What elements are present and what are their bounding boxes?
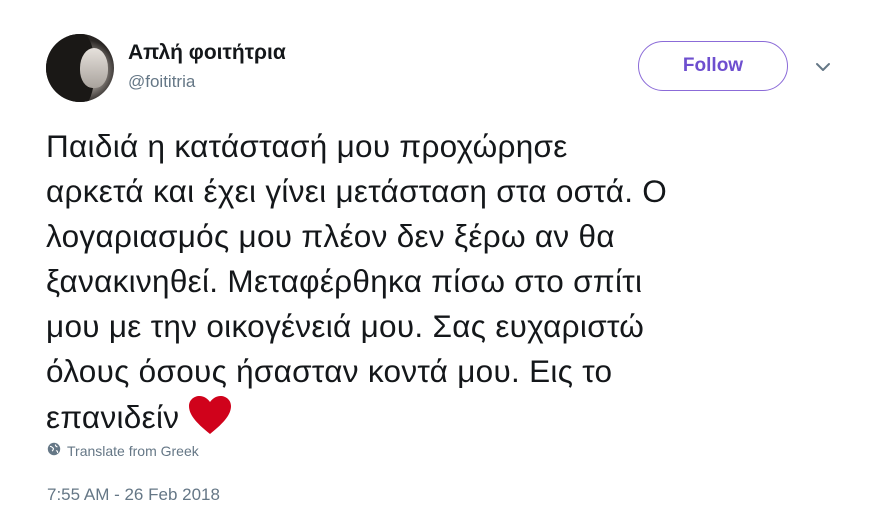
timestamp[interactable]: 7:55 AM - 26 Feb 2018 [47, 485, 220, 505]
user-info: Απλή φοιτήτρια @foititria [128, 40, 286, 93]
avatar-face [80, 48, 108, 88]
tweet-text-last-line: επανιδείν [46, 394, 846, 448]
tweet-card: Απλή φοιτήτρια @foititria Follow Παιδιά … [0, 0, 880, 521]
tweet-text-line: μου με την οικογένειά μου. Σας ευχαριστώ [46, 308, 645, 344]
display-name[interactable]: Απλή φοιτήτρια [128, 40, 286, 66]
translate-label: Translate from Greek [67, 442, 199, 459]
avatar[interactable] [46, 34, 114, 102]
chevron-down-icon[interactable] [812, 56, 834, 78]
follow-button[interactable]: Follow [638, 41, 788, 91]
tweet-text-line: ξανακινηθεί. Μεταφέρθηκα πίσω στο σπίτι [46, 263, 643, 299]
tweet-text-line: όλους όσους ήσασταν κοντά μου. Εις το [46, 353, 613, 389]
tweet-text-line: αρκετά και έχει γίνει μετάσταση στα οστά… [46, 173, 668, 209]
translate-link[interactable]: Translate from Greek [47, 442, 199, 459]
heart-icon [187, 394, 233, 448]
tweet-text-line: λογαριασμός μου πλέον δεν ξέρω αν θα [46, 218, 615, 254]
tweet-text: Παιδιά η κατάστασή μου προχώρησε αρκετά … [46, 124, 846, 448]
tweet-text-line: επανιδείν [46, 399, 180, 435]
user-handle[interactable]: @foititria [128, 71, 286, 93]
globe-icon [47, 442, 61, 459]
tweet-text-line: Παιδιά η κατάστασή μου προχώρησε [46, 128, 568, 164]
